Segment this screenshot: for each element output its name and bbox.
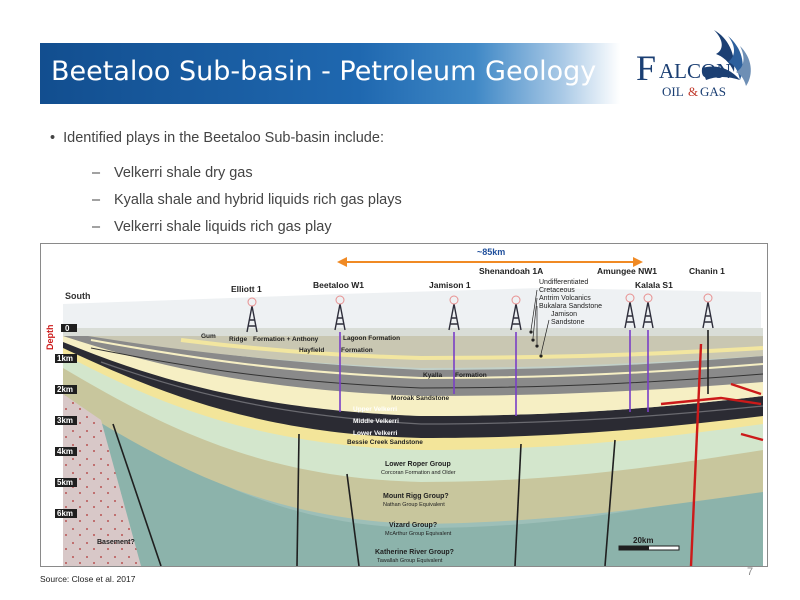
well-label: Jamison 1	[429, 280, 471, 290]
logo-tagline-oil: OIL	[662, 84, 684, 99]
legend-unit: Jamison	[551, 311, 577, 318]
well-label: Amungee NW1	[597, 266, 657, 276]
formation-label: Moroak Sandstone	[391, 395, 450, 402]
direction-label: South	[65, 291, 91, 301]
formation-label: Corcoran Formation and Older	[381, 470, 456, 476]
formation-label: Upper Velkerri	[353, 406, 397, 413]
depth-axis-label: Depth	[45, 325, 55, 351]
logo-tagline-gas: GAS	[700, 84, 726, 99]
depth-tick: 2km	[57, 385, 73, 394]
formation-label: Hayfield	[299, 347, 324, 354]
depth-tick: 3km	[57, 416, 73, 425]
scale-bar-label: 20km	[633, 536, 653, 545]
depth-tick: 5km	[57, 478, 73, 487]
depth-tick: 0	[65, 324, 70, 333]
sub-bullet: – Velkerri shale liquids rich gas play	[92, 219, 332, 235]
falcon-oil-gas-logo: F ALCON OIL & GAS	[632, 28, 762, 110]
formation-label: Kyalla	[423, 372, 443, 379]
sub-bullet: – Velkerri shale dry gas	[92, 165, 253, 181]
bullet-main-text: Identified plays in the Beetaloo Sub-bas…	[63, 130, 384, 146]
well-label: Shenandoah 1A	[479, 266, 543, 276]
sub-bullet-text: Velkerri shale liquids rich gas play	[114, 219, 332, 235]
well-label: Beetaloo W1	[313, 280, 364, 290]
depth-tick: 4km	[57, 447, 73, 456]
well-label: Kalala S1	[635, 280, 673, 290]
depth-tick: 6km	[57, 509, 73, 518]
formation-label: Gum	[201, 333, 216, 340]
formation-label: Mount Rigg Group?	[383, 493, 449, 500]
page-number: 7	[747, 566, 754, 578]
formation-label: Katherine River Group?	[375, 549, 454, 556]
legend-unit: Undifferentiated	[539, 279, 588, 286]
source-note: Source: Close et al. 2017	[40, 574, 136, 584]
sub-bullet-dash: –	[92, 165, 101, 181]
formation-label: Nathan Group Equivalent	[383, 502, 445, 508]
legend-unit: Antrim Volcanics	[539, 295, 591, 302]
sub-bullet: – Kyalla shale and hybrid liquids rich ga…	[92, 192, 402, 208]
legend-unit: Sandstone	[551, 319, 585, 326]
logo-word: ALCON	[659, 59, 731, 83]
sub-bullet-text: Kyalla shale and hybrid liquids rich gas…	[114, 192, 402, 208]
scale-top: ~85km	[477, 247, 505, 257]
formation-label: Tawallah Group Equivalent	[377, 558, 443, 564]
formation-label: Lower Roper Group	[385, 461, 451, 468]
formation-label: Lower Velkerri	[353, 430, 398, 437]
sub-bullet-dash: –	[92, 192, 101, 208]
well-label: Elliott 1	[231, 284, 262, 294]
legend-unit: Bukalara Sandstone	[539, 303, 602, 310]
geologic-cross-section: Depth 0 1km 2km 3km 4km 5km 6km South ~8…	[40, 243, 768, 567]
logo-tagline-amp: &	[688, 84, 698, 99]
depth-tick: 1km	[57, 354, 73, 363]
formation-label: Formation	[455, 372, 487, 379]
well-label: Chanin 1	[689, 266, 725, 276]
formation-label: Formation + Anthony	[253, 336, 319, 343]
formation-label: Formation	[341, 347, 373, 354]
slide-title: Beetaloo Sub-basin - Petroleum Geology	[51, 56, 597, 87]
sub-bullet-dash: –	[92, 219, 101, 235]
formation-label: McArthur Group Equivalent	[385, 531, 452, 537]
sub-bullet-text: Velkerri shale dry gas	[114, 165, 253, 181]
formation-label: Basement?	[97, 539, 135, 546]
logo-letter: F	[636, 48, 656, 88]
formation-label: Vizard Group?	[389, 522, 437, 529]
legend-unit: Cretaceous	[539, 287, 575, 294]
formation-label: Bessie Creek Sandstone	[347, 439, 423, 446]
formation-label: Middle Velkerri	[353, 418, 399, 425]
bullet-main: • Identified plays in the Beetaloo Sub-b…	[50, 130, 384, 146]
formation-label: Lagoon Formation	[343, 335, 400, 342]
formation-label: Ridge	[229, 336, 247, 343]
